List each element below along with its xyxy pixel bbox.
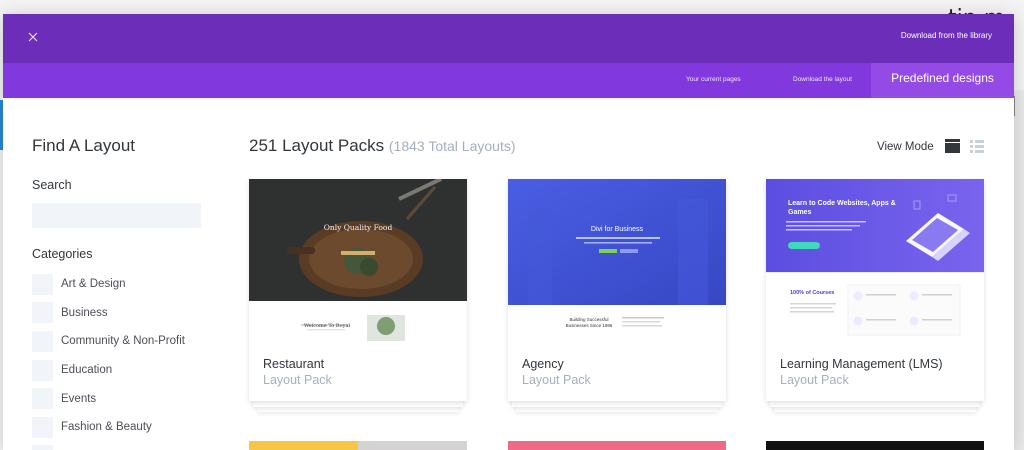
close-icon[interactable] — [26, 30, 40, 44]
sidebar-title: Find A Layout — [32, 136, 136, 155]
layout-card-row2-1[interactable] — [249, 441, 467, 450]
tab-download-layout[interactable]: Download the layout — [793, 63, 852, 98]
category-checkbox[interactable] — [32, 330, 53, 352]
category-checkbox[interactable] — [32, 359, 53, 381]
layout-card[interactable]: Divi for Business Building Successful Bu… — [508, 179, 726, 401]
layout-library-modal: Download from the library Your current p… — [3, 14, 1014, 450]
category-checkbox[interactable] — [32, 445, 53, 450]
layout-card-restaurant[interactable]: Only Quality Food Welcome To Royal Resta… — [249, 179, 467, 412]
modal-title: Download from the library — [900, 31, 992, 40]
category-item-art-design[interactable]: Art & Design — [32, 270, 222, 299]
category-checkbox[interactable] — [32, 273, 53, 295]
agency-thumb-heading: Divi for Business — [590, 226, 644, 233]
category-item-community[interactable]: Community & Non-Profit — [32, 327, 222, 356]
category-item-events[interactable]: Events — [32, 384, 222, 413]
layout-card-row2-3[interactable] — [766, 441, 984, 450]
layout-thumbnail-agency[interactable]: Divi for Business Building Successful Bu… — [508, 179, 726, 343]
restaurant-thumb-lower: Welcome To Royal — [303, 323, 351, 329]
category-item-business[interactable]: Business — [32, 299, 222, 328]
thumbnail-color-block — [358, 441, 467, 450]
tab-predefined-designs[interactable]: Predefined designs — [871, 63, 1014, 98]
category-label: Community & Non-Profit — [61, 335, 185, 348]
restaurant-thumb-heading: Only Quality Food — [323, 223, 393, 232]
category-label: Business — [61, 306, 108, 319]
category-label: Art & Design — [61, 278, 126, 291]
layout-card-agency[interactable]: Divi for Business Building Successful Bu… — [508, 179, 726, 412]
lms-thumb-lower: 100% of Courses — [790, 290, 835, 296]
layout-card-subtitle: Layout Pack — [263, 373, 332, 387]
layout-card-title: Restaurant — [263, 357, 325, 371]
category-list: Art & Design Business Community & Non-Pr… — [32, 270, 222, 450]
layout-thumbnail-restaurant[interactable]: Only Quality Food Welcome To Royal — [249, 179, 467, 343]
view-mode-label: View Mode — [877, 141, 934, 153]
category-checkbox[interactable] — [32, 416, 53, 438]
category-label: Events — [61, 392, 97, 405]
list-view-icon[interactable] — [970, 140, 984, 153]
page-title: 251 Layout Packs (1843 Total Layouts) — [249, 136, 516, 156]
search-label: Search — [32, 178, 72, 192]
layout-card-subtitle: Layout Pack — [780, 373, 849, 387]
agency-thumb-lower: Building Successful Businesses Since 198… — [565, 317, 613, 328]
layout-thumbnail-lms[interactable]: Learn to Code Websites, Apps & Games 100… — [766, 179, 984, 343]
total-layouts-count: (1843 Total Layouts) — [388, 138, 516, 154]
layout-pack-count: 251 Layout Packs — [249, 136, 385, 155]
category-item-education[interactable]: Education — [32, 356, 222, 385]
layout-card-title: Agency — [522, 357, 564, 371]
categories-label: Categories — [32, 247, 93, 261]
layout-card-subtitle: Layout Pack — [522, 373, 591, 387]
category-item-next[interactable] — [32, 442, 222, 450]
category-checkbox[interactable] — [32, 302, 53, 324]
category-item-fashion-beauty[interactable]: Fashion & Beauty — [32, 413, 222, 442]
category-label: Education — [61, 364, 113, 377]
layout-card-lms[interactable]: Learn to Code Websites, Apps & Games 100… — [766, 179, 984, 412]
layout-card[interactable]: Learn to Code Websites, Apps & Games 100… — [766, 179, 984, 401]
grid-view-icon[interactable] — [945, 139, 960, 153]
layout-card-title: Learning Management (LMS) — [780, 357, 943, 371]
layout-card[interactable]: Only Quality Food Welcome To Royal Resta… — [249, 179, 467, 401]
lms-thumb-heading: Learn to Code Websites, Apps & Games — [788, 200, 896, 216]
thumbnail-color-block — [249, 441, 358, 450]
tab-your-current-pages[interactable]: Your current pages — [686, 63, 741, 98]
category-checkbox[interactable] — [32, 388, 53, 410]
category-label: Fashion & Beauty — [61, 421, 152, 434]
modal-tabs: Your current pages Download the layout P… — [3, 63, 1014, 98]
modal-header: Download from the library — [3, 14, 1014, 63]
search-input[interactable] — [32, 203, 201, 228]
layout-card-row2-2[interactable] — [508, 441, 726, 450]
